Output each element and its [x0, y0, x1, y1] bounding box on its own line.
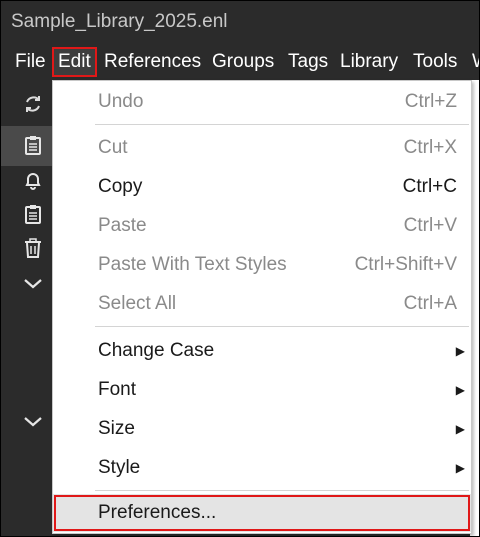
window-frame [0, 0, 480, 537]
